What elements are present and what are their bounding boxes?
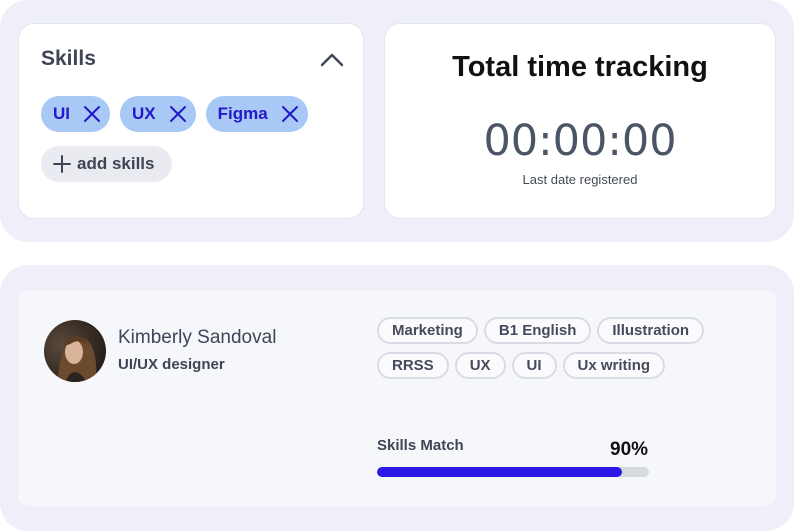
skill-tag: Marketing — [377, 317, 478, 344]
skill-tag: UX — [454, 352, 506, 379]
avatar — [44, 320, 106, 382]
skills-match-progress-fill — [377, 467, 622, 477]
person-role: UI/UX designer — [118, 356, 225, 373]
skills-match-label: Skills Match — [377, 437, 464, 454]
skill-chip: Figma — [205, 96, 308, 132]
top-panel: Skills UI UX Figma add skills Total time… — [0, 0, 794, 242]
plus-icon — [53, 155, 71, 173]
add-skills-label: add skills — [77, 154, 155, 173]
skills-card: Skills UI UX Figma add skills — [18, 23, 364, 219]
skill-chip: UX — [120, 96, 196, 132]
skills-match-percent: 90% — [610, 439, 649, 460]
close-icon[interactable] — [168, 104, 188, 124]
time-tracking-value: 00:00:00 — [483, 116, 677, 166]
skill-tag: Illustration — [597, 317, 705, 344]
skill-tags: Marketing B1 English Illustration RRSS U… — [377, 317, 767, 379]
skill-tag: Ux writing — [562, 352, 666, 379]
add-skills-button[interactable]: add skills — [41, 146, 173, 182]
chevron-up-icon[interactable] — [319, 50, 345, 70]
time-tracking-card: Total time tracking 00:00:00 Last date r… — [384, 23, 776, 219]
skills-match-progress — [377, 467, 649, 477]
profile-card: Kimberly Sandoval UI/UX designer Marketi… — [18, 290, 776, 506]
skills-title: Skills — [41, 47, 96, 70]
close-icon[interactable] — [82, 104, 102, 124]
time-tracking-subtitle: Last date registered — [522, 172, 638, 187]
close-icon[interactable] — [280, 104, 300, 124]
skill-chip: UI — [41, 96, 110, 132]
skill-tag: B1 English — [483, 317, 592, 344]
skill-chip-label: UI — [53, 104, 70, 123]
person-name: Kimberly Sandoval — [118, 327, 277, 348]
skill-tag: RRSS — [377, 352, 449, 379]
skill-chips: UI UX Figma — [41, 96, 308, 132]
skill-chip-label: UX — [132, 104, 156, 123]
skill-chip-label: Figma — [217, 104, 268, 123]
skill-tag: UI — [511, 352, 557, 379]
time-tracking-title: Total time tracking — [452, 51, 708, 83]
